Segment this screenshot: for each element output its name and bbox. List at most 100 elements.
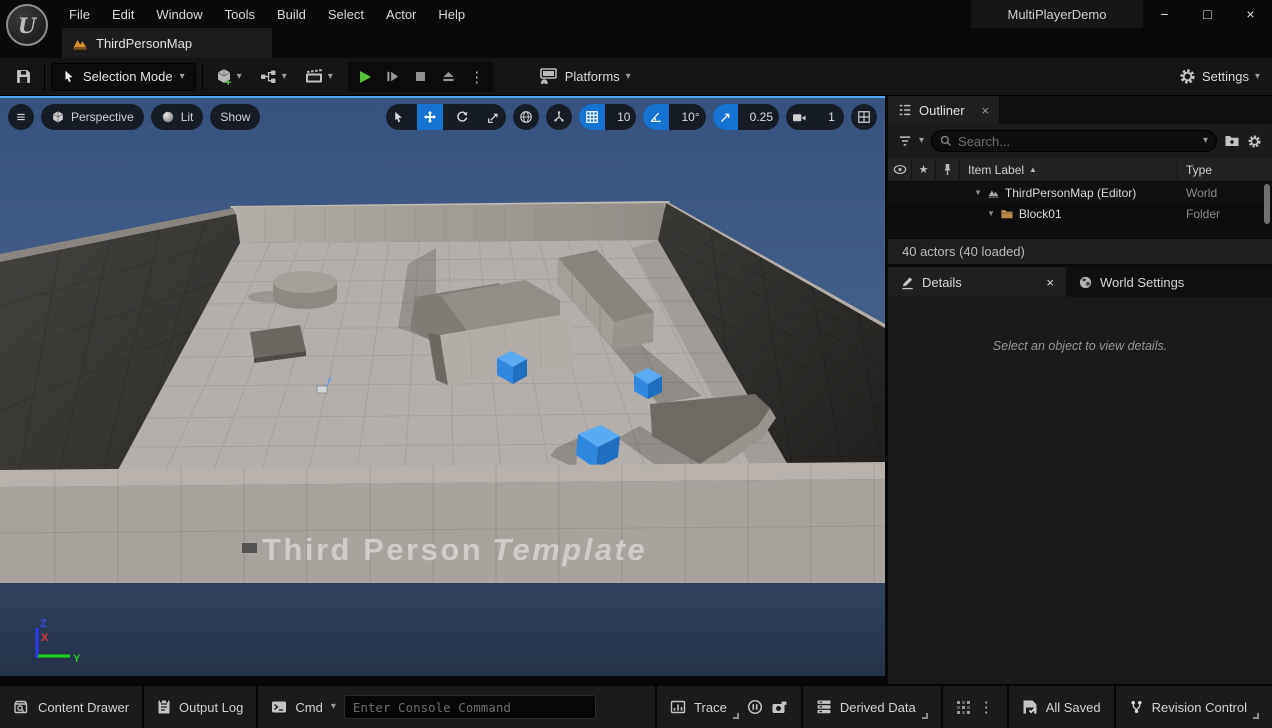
skip-frame-button[interactable] xyxy=(380,63,406,91)
world-settings-tab-label: World Settings xyxy=(1100,275,1184,290)
menu-select[interactable]: Select xyxy=(317,0,375,28)
rotation-snap-toggle[interactable] xyxy=(643,104,669,130)
menu-edit[interactable]: Edit xyxy=(101,0,145,28)
move-tool-button[interactable] xyxy=(417,104,443,130)
output-log-icon xyxy=(157,699,171,715)
grid-snap-toggle[interactable] xyxy=(579,104,605,130)
viewport-options-menu[interactable]: ≡ xyxy=(8,104,34,130)
rotation-snap-value[interactable]: 10° xyxy=(675,104,705,130)
pin-column-icon[interactable] xyxy=(936,158,960,182)
insights-grid-icon[interactable] xyxy=(956,700,971,715)
tab-thirdpersonmap[interactable]: ThirdPersonMap xyxy=(62,28,272,58)
menu-window[interactable]: Window xyxy=(145,0,213,28)
cmd-label[interactable]: Cmd xyxy=(295,700,322,715)
maximize-button[interactable]: □ xyxy=(1186,0,1229,28)
output-log-button[interactable]: Output Log xyxy=(144,686,256,728)
snapshot-camera-icon[interactable] xyxy=(771,700,788,715)
close-tab-icon[interactable]: × xyxy=(982,103,990,118)
level-viewport[interactable]: Third PersonTemplate Z X Y ≡ xyxy=(0,96,885,676)
unreal-editor-window: U File Edit Window Tools Build Select Ac… xyxy=(0,0,1272,728)
platforms-dropdown[interactable]: Platforms ▾ xyxy=(538,67,631,86)
console-command-input[interactable] xyxy=(344,695,596,719)
chevron-down-icon: ▾ xyxy=(237,72,242,82)
close-tab-icon[interactable]: × xyxy=(1046,275,1054,290)
table-row[interactable]: ▼ ThirdPersonMap (Editor) World xyxy=(888,182,1272,203)
toolbar-separator xyxy=(44,64,45,90)
expand-arrow-icon[interactable]: ▼ xyxy=(987,209,995,218)
filter-chevron-icon[interactable]: ▾ xyxy=(919,136,924,146)
outliner-scrollbar[interactable] xyxy=(1264,184,1270,224)
globe-icon xyxy=(519,110,533,124)
toolbar-separator xyxy=(202,64,203,90)
menu-bar: File Edit Window Tools Build Select Acto… xyxy=(58,0,476,28)
tab-world-settings[interactable]: World Settings xyxy=(1066,267,1196,297)
all-saved-section[interactable]: All Saved xyxy=(1009,686,1114,728)
menu-actor[interactable]: Actor xyxy=(375,0,427,28)
tab-details[interactable]: Details × xyxy=(888,267,1066,297)
maximize-viewport-button[interactable] xyxy=(851,104,877,130)
menu-build[interactable]: Build xyxy=(266,0,317,28)
outliner-settings-gear-icon[interactable] xyxy=(1247,134,1262,149)
scale-tool-button[interactable] xyxy=(481,104,506,130)
selection-mode-dropdown[interactable]: Selection Mode ▾ xyxy=(51,63,196,91)
status-bar: Content Drawer Output Log Cmd ▾ Trace xyxy=(0,684,1272,728)
cmd-icon xyxy=(271,700,287,714)
minimize-button[interactable]: − xyxy=(1143,0,1186,28)
derived-data-icon xyxy=(816,699,832,715)
item-label-column-header[interactable]: Item Label ▲ xyxy=(960,158,1178,182)
quad-layout-icon xyxy=(857,110,871,124)
outliner-search-input[interactable]: Search... ▾ xyxy=(931,130,1217,152)
menu-tools[interactable]: Tools xyxy=(214,0,266,28)
settings-dropdown[interactable]: Settings ▾ xyxy=(1179,68,1260,85)
filter-icon[interactable] xyxy=(898,135,912,147)
camera-speed-value[interactable]: 1 xyxy=(819,104,844,130)
save-button[interactable] xyxy=(8,63,38,91)
main-area: Third PersonTemplate Z X Y ≡ xyxy=(0,96,1272,684)
add-actor-button[interactable]: + ▾ xyxy=(209,63,247,91)
eject-button[interactable] xyxy=(436,63,462,91)
trace-section[interactable]: Trace xyxy=(657,686,801,728)
cinematics-button[interactable]: ▾ xyxy=(300,63,338,91)
visibility-column-eye-icon[interactable] xyxy=(888,158,912,182)
svg-text:+: + xyxy=(225,77,231,87)
details-body: Select an object to view details. xyxy=(888,297,1272,684)
more-options-kebab-icon[interactable]: ⋮ xyxy=(979,698,994,716)
favorite-column-star-icon[interactable]: ★ xyxy=(912,158,936,182)
perspective-dropdown[interactable]: Perspective xyxy=(41,104,144,130)
title-bar: U File Edit Window Tools Build Select Ac… xyxy=(0,0,1272,28)
pause-circle-icon[interactable] xyxy=(747,699,763,715)
settings-label: Settings xyxy=(1202,69,1249,84)
derived-data-section[interactable]: Derived Data xyxy=(803,686,941,728)
table-row[interactable]: ▼ Block01 Folder xyxy=(888,203,1272,224)
close-button[interactable]: × xyxy=(1229,0,1272,28)
content-drawer-button[interactable]: Content Drawer xyxy=(0,686,142,728)
world-coordinate-toggle[interactable] xyxy=(513,104,539,130)
tab-outliner[interactable]: Outliner × xyxy=(888,96,999,124)
outliner-panel: Outliner × ▾ Search... ▾ xyxy=(888,96,1272,264)
world-settings-globe-icon xyxy=(1078,275,1093,290)
cmd-chevron-icon[interactable]: ▾ xyxy=(331,702,336,712)
details-pencil-icon xyxy=(900,275,915,290)
stop-button[interactable] xyxy=(408,63,434,91)
new-folder-icon[interactable] xyxy=(1224,134,1240,148)
grid-snap-value[interactable]: 10 xyxy=(611,104,636,130)
blueprints-button[interactable]: ▾ xyxy=(255,63,292,91)
unreal-logo-icon[interactable]: U xyxy=(6,4,48,46)
rotate-tool-button[interactable] xyxy=(449,104,475,130)
type-column-header[interactable]: Type xyxy=(1178,163,1272,177)
play-button[interactable] xyxy=(352,63,378,91)
revision-control-section[interactable]: Revision Control xyxy=(1116,686,1272,728)
expand-arrow-icon[interactable]: ▼ xyxy=(974,188,982,197)
scale-snap-toggle[interactable] xyxy=(713,104,738,130)
scale-snap-value[interactable]: 0.25 xyxy=(744,104,779,130)
select-tool-button[interactable] xyxy=(386,104,411,130)
lit-dropdown[interactable]: Lit xyxy=(151,104,204,130)
show-dropdown[interactable]: Show xyxy=(210,104,260,130)
surface-snapping-button[interactable] xyxy=(546,104,572,130)
outliner-filler xyxy=(888,224,1272,238)
menu-file[interactable]: File xyxy=(58,0,101,28)
menu-help[interactable]: Help xyxy=(427,0,476,28)
camera-speed-icon[interactable] xyxy=(786,104,813,130)
search-chevron-icon[interactable]: ▾ xyxy=(1203,136,1208,146)
play-options-kebab-icon[interactable]: ⋮ xyxy=(464,63,490,91)
